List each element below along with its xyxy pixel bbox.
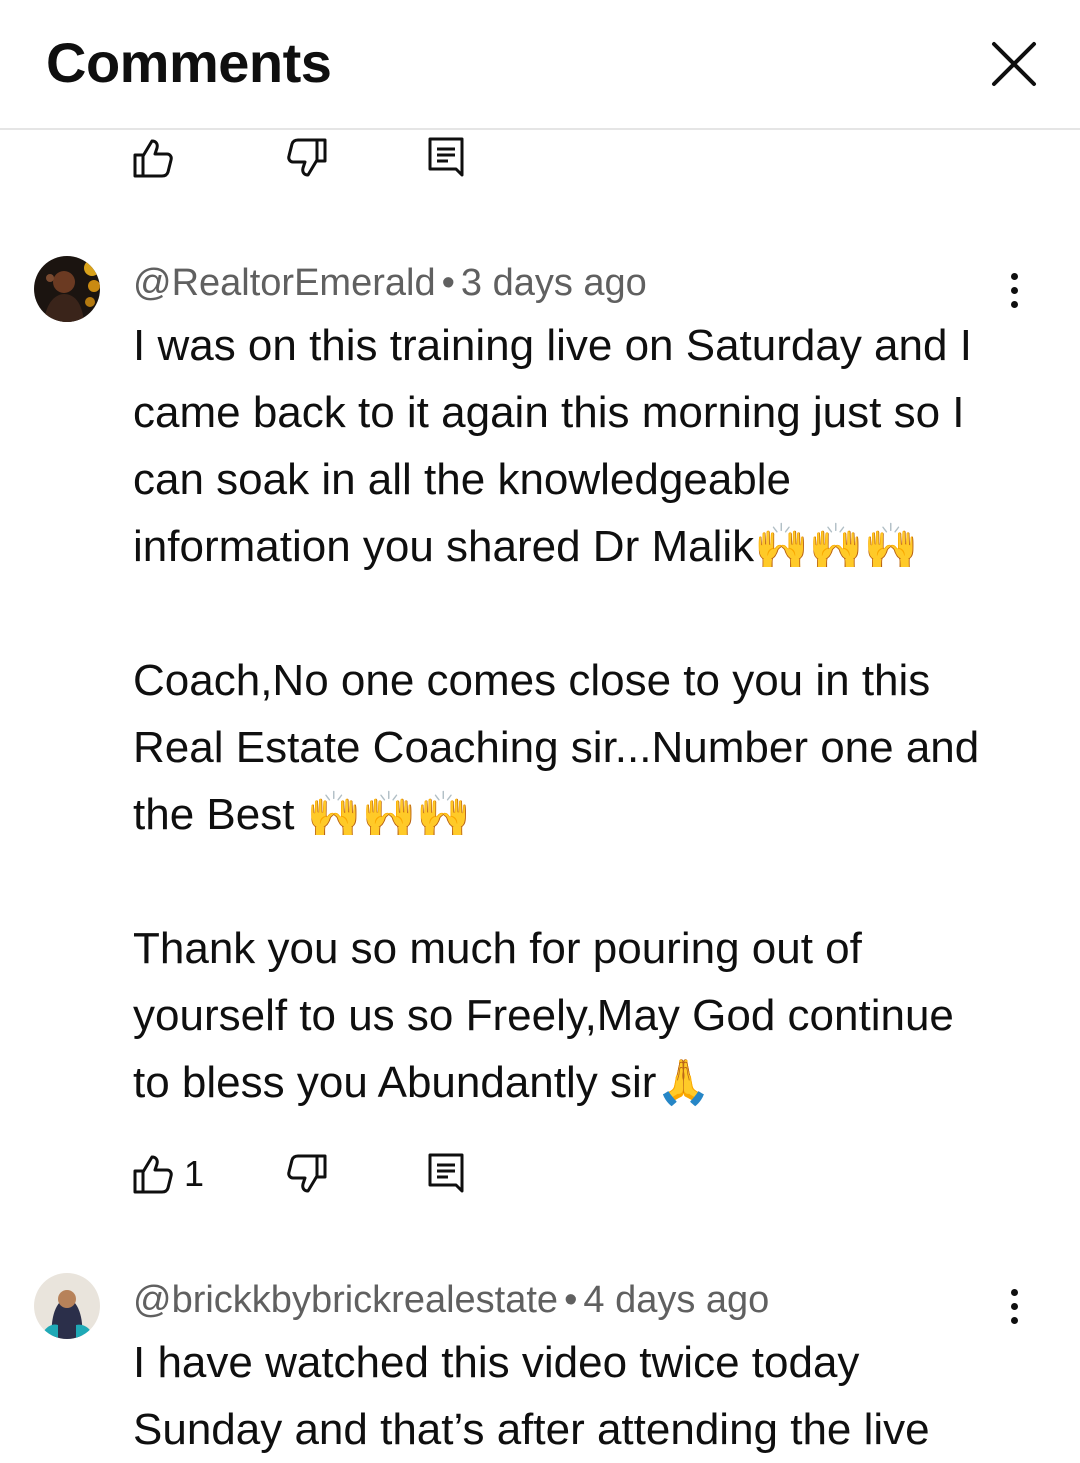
comment-line: the Best 🙌🙌🙌 <box>133 790 472 839</box>
user-avatar-image <box>34 256 100 322</box>
more-vert-icon <box>1010 272 1018 280</box>
comment-line: Coach,No one comes close to you in this <box>133 656 931 705</box>
comment-author[interactable]: @brickkbybrickrealestate <box>133 1279 558 1321</box>
dislike-button[interactable] <box>286 136 328 180</box>
comment-line: to bless you Abundantly sir🙏 <box>133 1058 712 1107</box>
like-button[interactable] <box>132 136 174 180</box>
comment-meta: @brickkbybrickrealestate • 4 days ago <box>133 1279 769 1322</box>
comment-body: I have watched this video twice today Su… <box>133 1329 1033 1463</box>
reply-icon <box>428 1153 464 1193</box>
comment-meta: @RealtorEmerald • 3 days ago <box>133 262 647 305</box>
dislike-button[interactable] <box>286 1152 328 1196</box>
comment-line: I have watched this video twice today <box>133 1338 860 1387</box>
thumbs-up-icon <box>133 1155 173 1194</box>
comment-body: I was on this training live on Saturday … <box>133 312 1033 1116</box>
comment-line: Sunday and that’s after attending the li… <box>133 1405 930 1454</box>
panel-title: Comments <box>46 31 332 94</box>
reply-button[interactable] <box>428 136 466 180</box>
thumbs-up-icon <box>133 139 173 178</box>
close-button[interactable] <box>988 38 1040 90</box>
comment-line: can soak in all the knowledgeable <box>133 455 792 504</box>
meta-separator: • <box>564 1279 578 1321</box>
comment-line: Thank you so much for pouring out of <box>133 924 862 973</box>
like-button[interactable]: 1 <box>132 1152 204 1196</box>
comment-line: I was on this training live on Saturday … <box>133 321 972 370</box>
comment-menu-button[interactable] <box>994 1282 1034 1330</box>
thumbs-down-icon <box>287 138 327 177</box>
reply-icon <box>428 137 464 177</box>
comment-actions: 1 <box>132 1152 492 1200</box>
comment-line: yourself to us so Freely,May God continu… <box>133 991 954 1040</box>
comment-menu-button[interactable] <box>994 266 1034 314</box>
comment-line: information you shared Dr Malik🙌🙌🙌 <box>133 522 919 571</box>
close-icon <box>992 42 1036 86</box>
user-avatar-image <box>34 1273 100 1339</box>
comment-time: 3 days ago <box>460 262 647 304</box>
comment-author[interactable]: @RealtorEmerald <box>133 262 436 304</box>
previous-comment-actions <box>132 136 492 184</box>
avatar[interactable] <box>34 1273 100 1339</box>
like-count: 1 <box>184 1153 205 1194</box>
thumbs-down-icon <box>287 1154 327 1193</box>
comment-time: 4 days ago <box>583 1279 770 1321</box>
reply-button[interactable] <box>428 1152 466 1196</box>
comments-header: Comments <box>0 0 1080 130</box>
comment-line: Real Estate Coaching sir...Number one an… <box>133 723 980 772</box>
more-vert-icon <box>1010 1288 1018 1296</box>
comment-line: came back to it again this morning just … <box>133 388 965 437</box>
meta-separator: • <box>441 262 455 304</box>
avatar[interactable] <box>34 256 100 322</box>
